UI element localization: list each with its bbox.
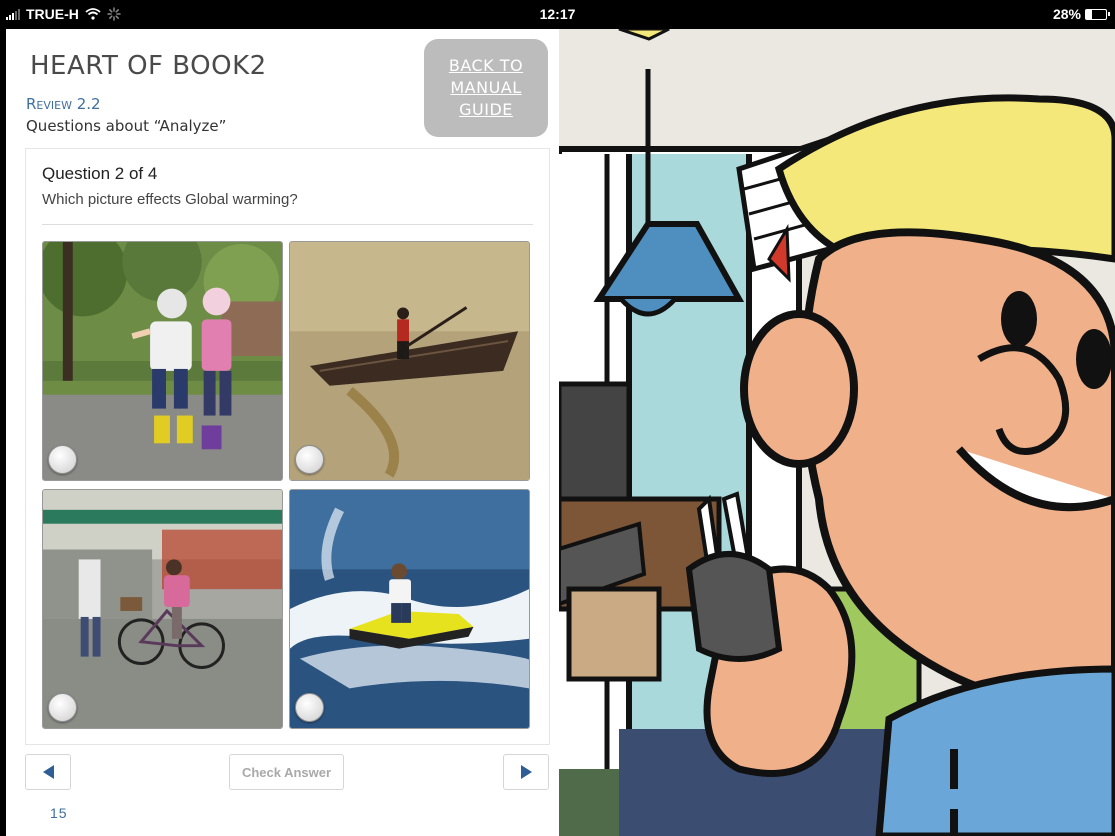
back-button-line-2: MANUAL	[450, 78, 522, 97]
triangle-left-icon	[42, 765, 54, 779]
kids-rollerskating-photo	[43, 242, 282, 480]
status-clock: 12:17	[539, 6, 576, 22]
battery-icon	[1085, 8, 1110, 20]
battery-percent: 28%	[1052, 6, 1081, 22]
answer-option-rowboat[interactable]	[289, 241, 530, 481]
answer-option-jetski[interactable]	[289, 489, 530, 729]
rowboat-photo	[290, 242, 529, 480]
book-title: HEART OF BOOK2	[30, 51, 267, 81]
next-question-button[interactable]	[503, 754, 549, 790]
question-text: Which picture effects Global warming?	[42, 191, 298, 208]
jetski-photo	[290, 490, 529, 728]
section-heading: Review 2.2	[26, 95, 101, 113]
section-subtitle: Questions about “Analyze”	[26, 117, 227, 135]
radio-button[interactable]	[295, 693, 324, 722]
back-button-line-1: BACK TO	[448, 56, 524, 75]
back-button-line-3: GUIDE	[459, 100, 513, 119]
quiz-card: Question 2 of 4 Which picture effects Gl…	[25, 148, 550, 745]
radio-button[interactable]	[48, 445, 77, 474]
status-right: 28%	[1052, 6, 1110, 22]
status-bar: TRUE-H 12:17 28%	[0, 0, 1115, 29]
check-answer-button[interactable]: Check Answer	[229, 754, 344, 790]
book-page-right	[559, 29, 1115, 836]
radio-button[interactable]	[48, 693, 77, 722]
previous-question-button[interactable]	[25, 754, 71, 790]
radio-button[interactable]	[295, 445, 324, 474]
triangle-right-icon	[520, 765, 532, 779]
bicycle-photo	[43, 490, 282, 728]
cartoon-boy-with-plug-illustration	[559, 29, 1115, 836]
back-to-manual-guide-button[interactable]: BACK TO MANUAL GUIDE	[424, 39, 548, 137]
divider	[42, 224, 533, 225]
page-number: 15	[50, 805, 68, 821]
answer-option-kids-rollerskating[interactable]	[42, 241, 283, 481]
answer-option-bicycle[interactable]	[42, 489, 283, 729]
book-page-left: HEART OF BOOK2 Review 2.2 Questions abou…	[6, 29, 559, 836]
question-counter: Question 2 of 4	[42, 164, 158, 183]
